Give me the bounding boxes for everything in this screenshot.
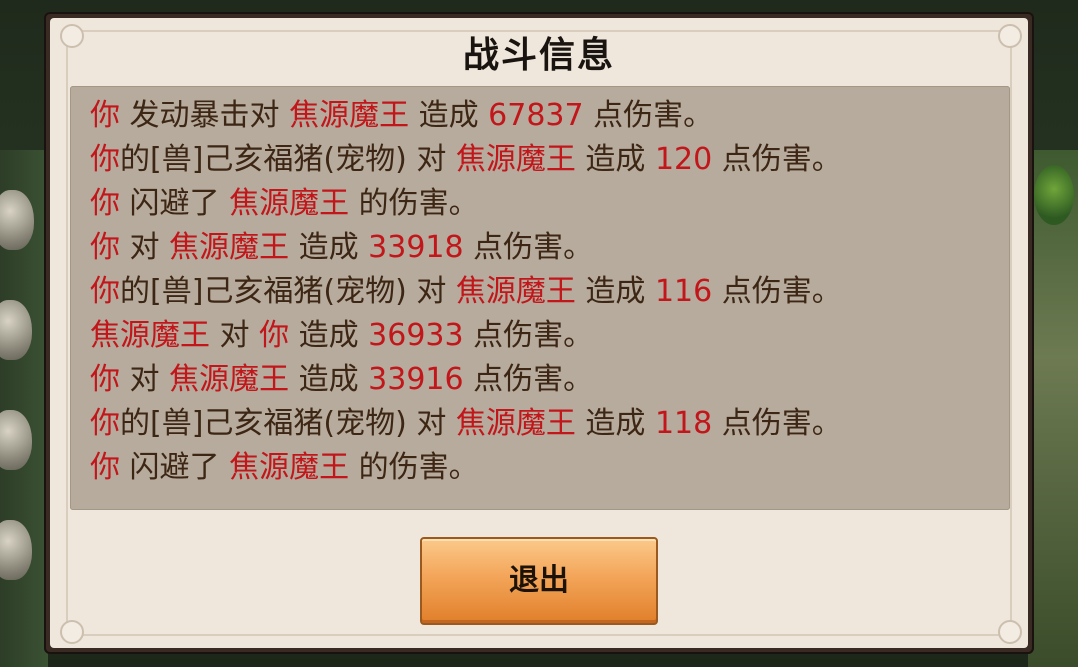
- log-highlight-text: 33918: [368, 230, 464, 265]
- rock-decoration: [0, 190, 34, 250]
- log-text: 点伤害。: [583, 98, 714, 133]
- log-text: 点伤害。: [463, 318, 594, 353]
- log-text: 的伤害。: [349, 186, 479, 221]
- log-text: 的[兽]己亥福猪(宠物) 对: [120, 406, 456, 441]
- tree-decoration: [1034, 165, 1074, 225]
- dialog-title: 战斗信息: [462, 35, 615, 76]
- log-text: 的伤害。: [349, 450, 479, 485]
- log-highlight-text: 36933: [368, 318, 464, 353]
- log-text: 点伤害。: [463, 230, 594, 265]
- log-text: 点伤害。: [712, 142, 842, 177]
- log-highlight-text: 焦源魔王: [455, 406, 576, 441]
- battle-log-line: 你 闪避了 焦源魔王 的伤害。: [90, 446, 479, 490]
- log-text: 发动暴击对: [120, 98, 290, 133]
- log-text: 的[兽]己亥福猪(宠物) 对: [120, 142, 456, 177]
- log-highlight-text: 你: [90, 98, 120, 133]
- corner-ornament: [60, 620, 84, 644]
- log-highlight-text: 焦源魔王: [289, 98, 410, 133]
- scenery-right: [1028, 150, 1078, 667]
- log-highlight-text: 你: [90, 406, 120, 441]
- log-highlight-text: 焦源魔王: [229, 186, 350, 221]
- log-highlight-text: 焦源魔王: [455, 142, 576, 177]
- log-text: 点伤害。: [712, 274, 842, 309]
- log-highlight-text: 你: [90, 362, 120, 397]
- log-text: 闪避了: [120, 450, 230, 485]
- battle-log-line: 焦源魔王 对 你 造成 36933 点伤害。: [90, 314, 593, 358]
- log-text: 造成: [575, 274, 655, 309]
- log-text: 造成: [575, 142, 655, 177]
- log-highlight-text: 焦源魔王: [229, 450, 350, 485]
- battle-log-line: 你 发动暴击对 焦源魔王 造成 67837 点伤害。: [90, 94, 713, 138]
- log-text: 对: [120, 230, 170, 265]
- log-text: 对: [210, 318, 260, 353]
- log-highlight-text: 你: [90, 274, 120, 309]
- log-text: 造成: [289, 362, 369, 397]
- battle-log-line: 你 对 焦源魔王 造成 33918 点伤害。: [90, 226, 593, 270]
- log-text: 点伤害。: [463, 362, 594, 397]
- corner-ornament: [998, 620, 1022, 644]
- log-highlight-text: 焦源魔王: [455, 274, 576, 309]
- log-highlight-text: 你: [90, 142, 120, 177]
- log-highlight-text: 焦源魔王: [90, 318, 210, 353]
- log-text: 造成: [289, 318, 369, 353]
- log-highlight-text: 67837: [488, 98, 584, 133]
- log-highlight-text: 你: [259, 318, 290, 353]
- log-highlight-text: 焦源魔王: [169, 230, 290, 265]
- log-highlight-text: 你: [90, 450, 120, 485]
- exit-button[interactable]: 退出: [420, 537, 658, 625]
- log-highlight-text: 116: [654, 274, 713, 309]
- battle-log-line: 你的[兽]己亥福猪(宠物) 对 焦源魔王 造成 120 点伤害。: [90, 138, 842, 182]
- log-text: 造成: [575, 406, 655, 441]
- battle-log-line: 你 闪避了 焦源魔王 的伤害。: [90, 182, 479, 226]
- log-text: 的[兽]己亥福猪(宠物) 对: [120, 274, 456, 309]
- log-text: 造成: [409, 98, 489, 133]
- log-text: 点伤害。: [712, 406, 842, 441]
- log-highlight-text: 120: [654, 142, 713, 177]
- log-highlight-text: 你: [90, 186, 120, 221]
- log-text: 闪避了: [120, 186, 230, 221]
- log-text: 对: [120, 362, 170, 397]
- log-highlight-text: 你: [90, 230, 120, 265]
- battle-log-line: 你的[兽]己亥福猪(宠物) 对 焦源魔王 造成 116 点伤害。: [90, 270, 842, 314]
- battle-log-line: 你的[兽]己亥福猪(宠物) 对 焦源魔王 造成 118 点伤害。: [90, 402, 842, 446]
- log-text: 造成: [289, 230, 369, 265]
- battle-log-line: 你 对 焦源魔王 造成 33916 点伤害。: [90, 358, 593, 402]
- log-highlight-text: 焦源魔王: [169, 362, 290, 397]
- log-highlight-text: 33916: [368, 362, 464, 397]
- log-highlight-text: 118: [654, 406, 713, 441]
